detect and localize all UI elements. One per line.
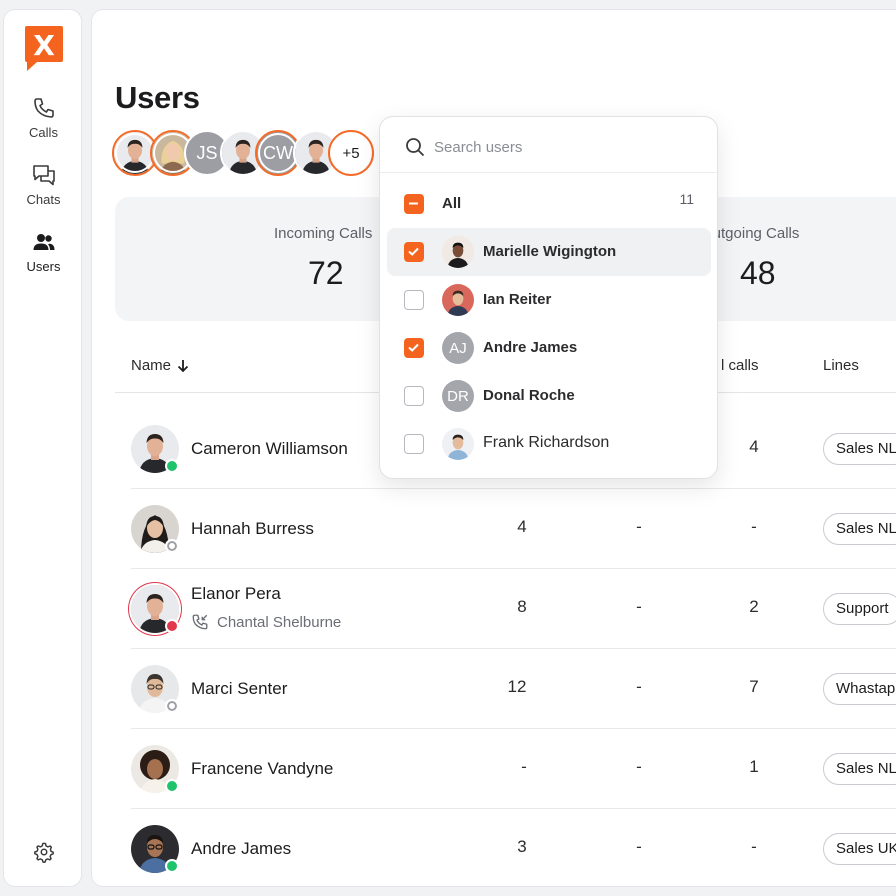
user-name: Andre James [191, 839, 292, 858]
cell-value: - [521, 757, 527, 776]
status-online-indicator [165, 779, 179, 793]
sidebar-item-users[interactable]: Users [4, 230, 83, 274]
cell-value: - [636, 837, 642, 856]
line-badge[interactable]: Sales NL [823, 513, 896, 545]
avatar: AJ [442, 332, 474, 364]
user-filter-dropdown: All 11 Marielle Wigington Ian Reiter AJ … [379, 116, 719, 479]
column-header-name-label: Name [131, 357, 172, 374]
line-badge[interactable]: Whastapp [823, 673, 896, 705]
chat-icon [32, 165, 55, 186]
dropdown-item-name: Ian Reiter [483, 291, 552, 308]
phone-icon [33, 98, 54, 118]
dropdown-item-name: Frank Richardson [483, 434, 610, 451]
outgoing-calls-value: 48 [740, 255, 776, 291]
column-header-name[interactable]: Name [131, 357, 189, 374]
app-logo[interactable]: X [23, 24, 65, 72]
cell-value: 7 [749, 677, 759, 696]
dropdown-item[interactable]: Ian Reiter [387, 276, 711, 324]
cell-value: 4 [517, 517, 527, 536]
users-icon [33, 234, 54, 250]
user-name: Marci Senter [191, 679, 288, 698]
avatar [442, 236, 474, 268]
dropdown-item[interactable]: AJ Andre James [387, 324, 711, 372]
active-call-info: Chantal Shelburne [191, 613, 341, 631]
phone-incoming-icon [192, 614, 208, 630]
more-users-button[interactable]: +5 [328, 130, 374, 176]
cell-value: 1 [749, 757, 759, 776]
search-input[interactable] [434, 133, 684, 161]
caller-name: Chantal Shelburne [217, 613, 342, 631]
indeterminate-checkbox[interactable] [404, 194, 424, 214]
line-badge[interactable]: Sales NL [823, 753, 896, 785]
status-online-indicator [165, 459, 179, 473]
arrow-down-icon [177, 359, 189, 372]
dropdown-item-name: Marielle Wigington [483, 243, 617, 260]
incoming-calls-value: 72 [308, 255, 344, 291]
line-badge[interactable]: Sales UK [823, 833, 896, 865]
checkbox-checked[interactable] [404, 242, 424, 262]
dropdown-item[interactable]: Marielle Wigington [387, 228, 711, 276]
cell-value: - [636, 757, 642, 776]
checkbox[interactable] [404, 386, 424, 406]
all-label: All [442, 195, 462, 212]
sidebar-item-chats[interactable]: Chats [4, 163, 83, 207]
line-badge[interactable]: Support [823, 593, 896, 625]
column-header-lines[interactable]: Lines [823, 357, 859, 374]
all-count: 11 [679, 191, 694, 207]
user-name: Cameron Williamson [191, 439, 348, 458]
user-name: Elanor Pera [191, 584, 281, 603]
cell-value: 2 [749, 597, 759, 616]
search-icon [406, 138, 425, 157]
dropdown-item-name: Donal Roche [483, 387, 575, 404]
sidebar-item-calls[interactable]: Calls [4, 96, 83, 140]
status-offline-indicator [165, 699, 179, 713]
checkbox[interactable] [404, 290, 424, 310]
page-title: Users [115, 80, 200, 115]
sidebar-item-label: Calls [29, 125, 58, 140]
table-row[interactable]: Elanor Pera Chantal Shelburne 8 - 2 Supp… [131, 569, 896, 649]
svg-text:X: X [33, 29, 55, 62]
cell-value: 8 [517, 597, 527, 616]
avatar [442, 284, 474, 316]
checkbox[interactable] [404, 434, 424, 454]
avatar [442, 428, 474, 460]
avatar: DR [442, 380, 474, 412]
dropdown-item[interactable]: Frank Richardson [387, 420, 711, 468]
table-row[interactable]: Andre James 3 - - Sales UK [131, 809, 896, 886]
user-name: Francene Vandyne [191, 759, 334, 778]
cell-value: - [751, 517, 757, 536]
sidebar: X Calls Chats Users [3, 9, 82, 887]
line-badge[interactable]: Sales NL [823, 433, 896, 465]
incoming-calls-label: Incoming Calls [274, 225, 373, 242]
dropdown-item-name: Andre James [483, 339, 578, 356]
checkbox-checked[interactable] [404, 338, 424, 358]
status-online-indicator [165, 859, 179, 873]
sidebar-item-label: Chats [26, 192, 61, 207]
cell-value: - [636, 597, 642, 616]
dropdown-item-all[interactable]: All 11 [387, 180, 711, 228]
column-header-calls[interactable]: l calls [721, 357, 759, 374]
cell-value: 12 [507, 677, 527, 696]
sidebar-item-label: Users [26, 259, 61, 274]
table-row[interactable]: Marci Senter 12 - 7 Whastapp [131, 649, 896, 729]
dropdown-item[interactable]: DR Donal Roche [387, 372, 711, 420]
status-offline-indicator [165, 539, 179, 553]
search-bar [380, 117, 719, 173]
gear-icon[interactable] [33, 841, 55, 863]
cell-value: - [636, 677, 642, 696]
cell-value: - [636, 517, 642, 536]
cell-value: 3 [517, 837, 527, 856]
user-name: Hannah Burress [191, 519, 314, 538]
cell-value: - [751, 837, 757, 856]
cell-value: 4 [749, 437, 759, 456]
status-busy-indicator [165, 619, 179, 633]
table-row[interactable]: Francene Vandyne - - 1 Sales NL [131, 729, 896, 809]
table-row[interactable]: Hannah Burress 4 - - Sales NL [131, 489, 896, 569]
